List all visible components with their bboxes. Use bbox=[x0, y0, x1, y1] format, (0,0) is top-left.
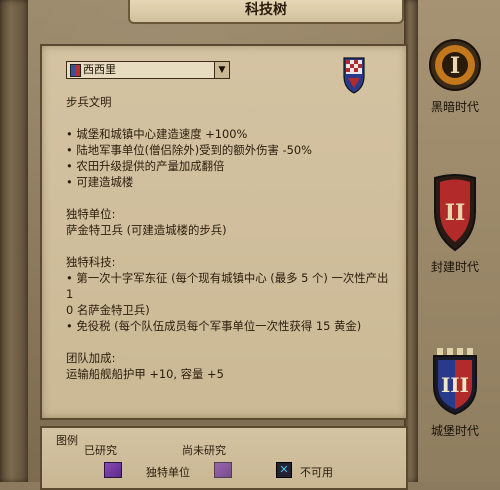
bonus-item: • 可建造城楼 bbox=[66, 175, 134, 189]
age-label: 封建时代 bbox=[430, 260, 479, 274]
unique-tech-item-cont: 0 名萨金特卫兵) bbox=[66, 303, 150, 317]
age-dark[interactable]: I 黑暗时代 bbox=[410, 38, 500, 115]
unique-unit-text: 萨金特卫兵 (可建造城楼的步兵) bbox=[66, 223, 227, 237]
bonus-item: • 陆地军事单位(僧侣除外)受到的额外伤害 -50% bbox=[66, 143, 312, 157]
age-castle[interactable]: III 城堡时代 bbox=[410, 346, 500, 439]
window-title: 科技树 bbox=[128, 0, 404, 24]
age-label: 城堡时代 bbox=[430, 424, 479, 438]
team-bonus-text: 运输船舰船护甲 +10, 容量 +5 bbox=[66, 367, 224, 381]
civ-type: 步兵文明 bbox=[66, 95, 112, 109]
civ-dropdown-value: 西西里 bbox=[83, 63, 116, 76]
unique-unit-not-researched-swatch bbox=[214, 462, 232, 478]
civ-description: 步兵文明 • 城堡和城镇中心建造速度 +100% • 陆地军事单位(僧侣除外)受… bbox=[66, 94, 396, 382]
bonus-item: • 农田升级提供的产量加成翻倍 bbox=[66, 159, 225, 173]
window-title-text: 科技树 bbox=[245, 2, 287, 18]
chevron-down-icon[interactable]: ▼ bbox=[214, 62, 229, 78]
unique-unit-researched-swatch bbox=[104, 462, 122, 478]
legend-unique-unit: 独特单位 bbox=[146, 466, 190, 479]
age-numeral: III bbox=[441, 373, 469, 397]
left-border bbox=[0, 0, 28, 482]
unique-tech-heading: 独特科技: bbox=[66, 255, 116, 269]
age-label: 黑暗时代 bbox=[430, 100, 479, 114]
civ-flag-icon bbox=[70, 64, 81, 77]
unique-tech-item: • 第一次十字军东征 (每个现有城镇中心 (最多 5 个) 一次性产出 1 bbox=[66, 271, 389, 301]
legend-researched: 已研究 bbox=[84, 444, 117, 457]
unique-tech-item: • 免役税 (每个队伍成员每个军事单位一次性获得 15 黄金) bbox=[66, 319, 362, 333]
legend-not-researched: 尚未研究 bbox=[182, 444, 226, 457]
bonus-item: • 城堡和城镇中心建造速度 +100% bbox=[66, 127, 248, 141]
dark-age-icon: I bbox=[429, 39, 481, 91]
unavailable-icon: ✕ bbox=[276, 462, 292, 478]
civ-shield-icon bbox=[343, 57, 365, 94]
unique-unit-heading: 独特单位: bbox=[66, 207, 116, 221]
age-feudal[interactable]: II 封建时代 bbox=[410, 172, 500, 275]
age-numeral: I bbox=[450, 53, 460, 79]
legend-title: 图例 bbox=[56, 434, 78, 447]
civ-info-panel: 西西里 ▼ 步兵文明 • 城堡和城镇中心建造速度 +100% • 陆地军事单位(… bbox=[40, 44, 408, 420]
team-bonus-heading: 团队加成: bbox=[66, 351, 116, 365]
age-numeral: II bbox=[445, 200, 466, 226]
legend-panel: 图例 已研究 尚未研究 独特单位 ✕ 不可用 bbox=[40, 426, 408, 490]
feudal-age-icon: II bbox=[434, 174, 476, 252]
civ-dropdown[interactable]: 西西里 ▼ bbox=[66, 61, 230, 79]
legend-unavailable: 不可用 bbox=[300, 466, 333, 479]
castle-age-icon: III bbox=[433, 348, 477, 416]
